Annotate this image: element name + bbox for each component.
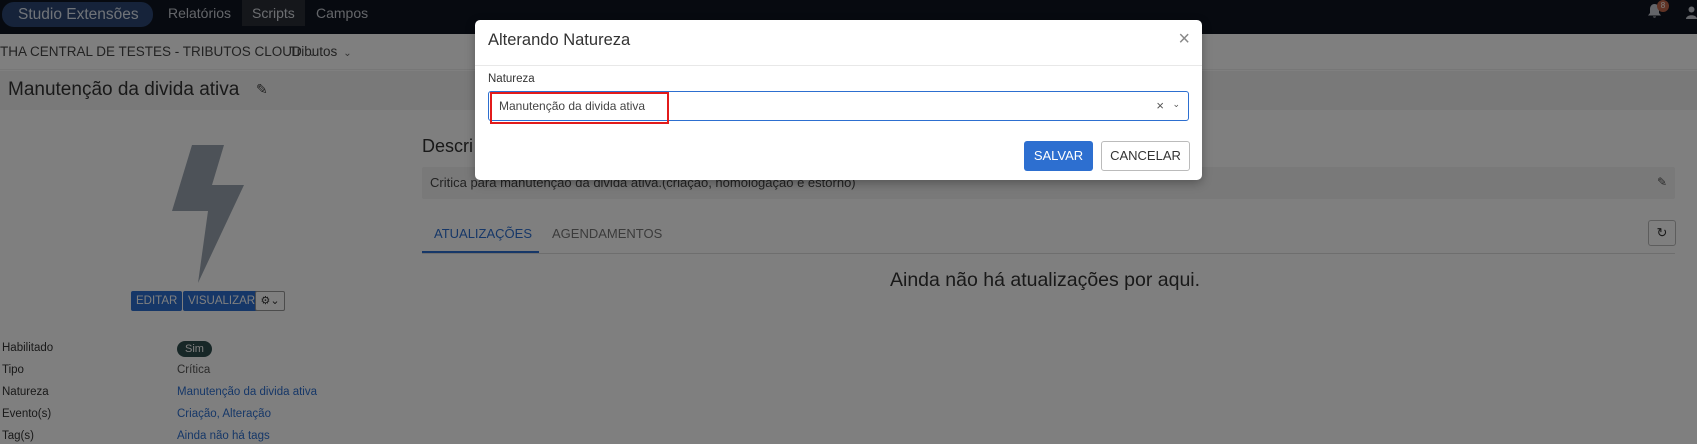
change-nature-dialog: Alterando Natureza × Natureza Manutenção… (475, 20, 1202, 180)
save-button[interactable]: SALVAR (1024, 141, 1093, 171)
dialog-title: Alterando Natureza (488, 31, 631, 49)
close-icon[interactable]: × (1178, 29, 1190, 49)
cancel-button[interactable]: CANCELAR (1101, 141, 1190, 171)
highlight-box (490, 92, 669, 124)
dialog-divider (475, 65, 1202, 66)
nature-field-label: Natureza (488, 73, 535, 85)
clear-icon[interactable]: × (1156, 98, 1164, 113)
chevron-down-icon[interactable]: ⌄ (1172, 99, 1180, 110)
